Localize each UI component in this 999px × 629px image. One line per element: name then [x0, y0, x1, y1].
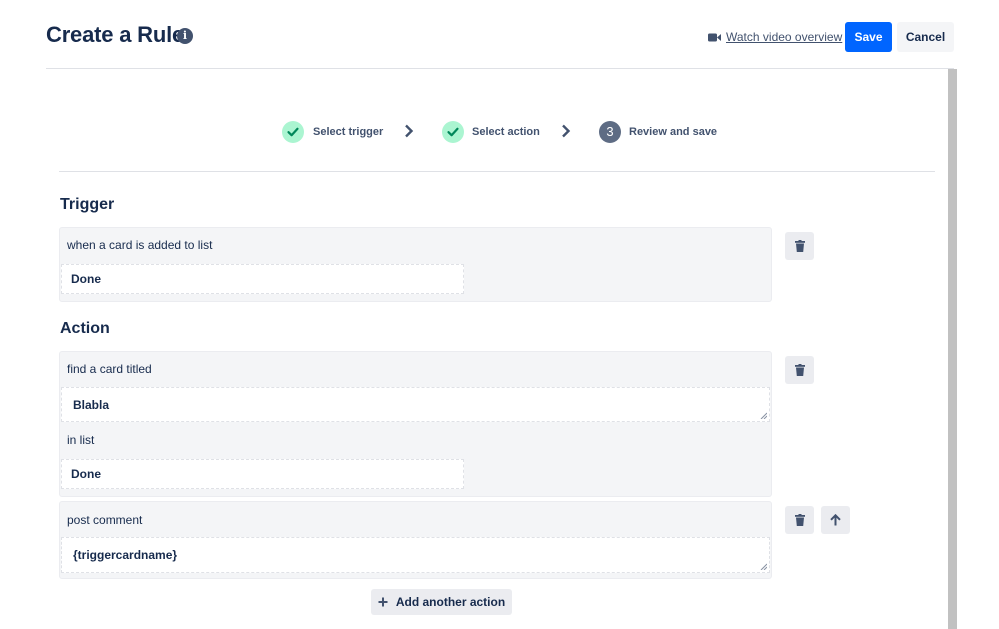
resize-handle-icon[interactable] [760, 563, 767, 570]
stepper: Select trigger Select action 3 Review an… [0, 120, 999, 146]
action-comment-text: post comment [67, 513, 143, 527]
video-camera-icon [708, 33, 721, 41]
action-list-field[interactable]: Done [61, 459, 464, 489]
watch-video-link[interactable]: Watch video overview [708, 30, 842, 44]
action-section-title: Action [60, 320, 110, 337]
trigger-section-title: Trigger [60, 196, 115, 213]
move-action-up-button[interactable] [821, 506, 850, 534]
step-number-badge: 3 [599, 121, 621, 143]
trash-icon [794, 364, 805, 376]
watch-video-label: Watch video overview [726, 30, 843, 44]
card-title-value: Blabla [73, 397, 110, 412]
trash-icon [794, 514, 805, 526]
delete-comment-action-button[interactable] [785, 506, 814, 534]
page-title: Create a Rule [46, 22, 185, 47]
action-list-value: Done [71, 467, 101, 481]
comment-input[interactable]: {triggercardname} [61, 537, 770, 573]
info-icon[interactable]: i [177, 28, 193, 44]
plus-icon [378, 597, 388, 607]
delete-action-button[interactable] [785, 356, 814, 384]
page-header: Create a Rule i Watch video overview Sav… [46, 0, 954, 69]
arrow-up-icon [830, 514, 841, 526]
add-another-action-label: Add another action [395, 595, 506, 609]
action-find-text: find a card titled [67, 362, 152, 376]
save-button[interactable]: Save [845, 22, 892, 52]
resize-handle-icon[interactable] [760, 412, 767, 419]
card-title-input[interactable]: Blabla [61, 387, 770, 422]
divider [59, 171, 935, 172]
action-card-comment: post comment {triggercardname} [59, 501, 772, 579]
trigger-list-value: Done [71, 272, 101, 286]
step-complete-check-icon [282, 121, 304, 143]
chevron-right-icon [405, 124, 414, 138]
delete-trigger-button[interactable] [785, 232, 814, 260]
comment-value: {triggercardname} [73, 548, 178, 562]
trigger-list-field[interactable]: Done [61, 264, 464, 294]
cancel-button[interactable]: Cancel [897, 22, 954, 52]
trigger-card: when a card is added to list Done [59, 227, 772, 302]
trash-icon [794, 240, 805, 252]
add-another-action-button[interactable]: Add another action [371, 589, 512, 615]
step-label-select-action: Select action [472, 126, 540, 138]
chevron-right-icon [562, 124, 571, 138]
step-complete-check-icon [442, 121, 464, 143]
step-label-select-trigger: Select trigger [313, 126, 384, 138]
scrollbar[interactable] [948, 69, 957, 629]
action-in-list-text: in list [67, 433, 95, 447]
trigger-text: when a card is added to list [67, 238, 213, 252]
step-label-review-and-save: Review and save [629, 126, 718, 138]
action-card-find: find a card titled Blabla in list Done [59, 351, 772, 497]
